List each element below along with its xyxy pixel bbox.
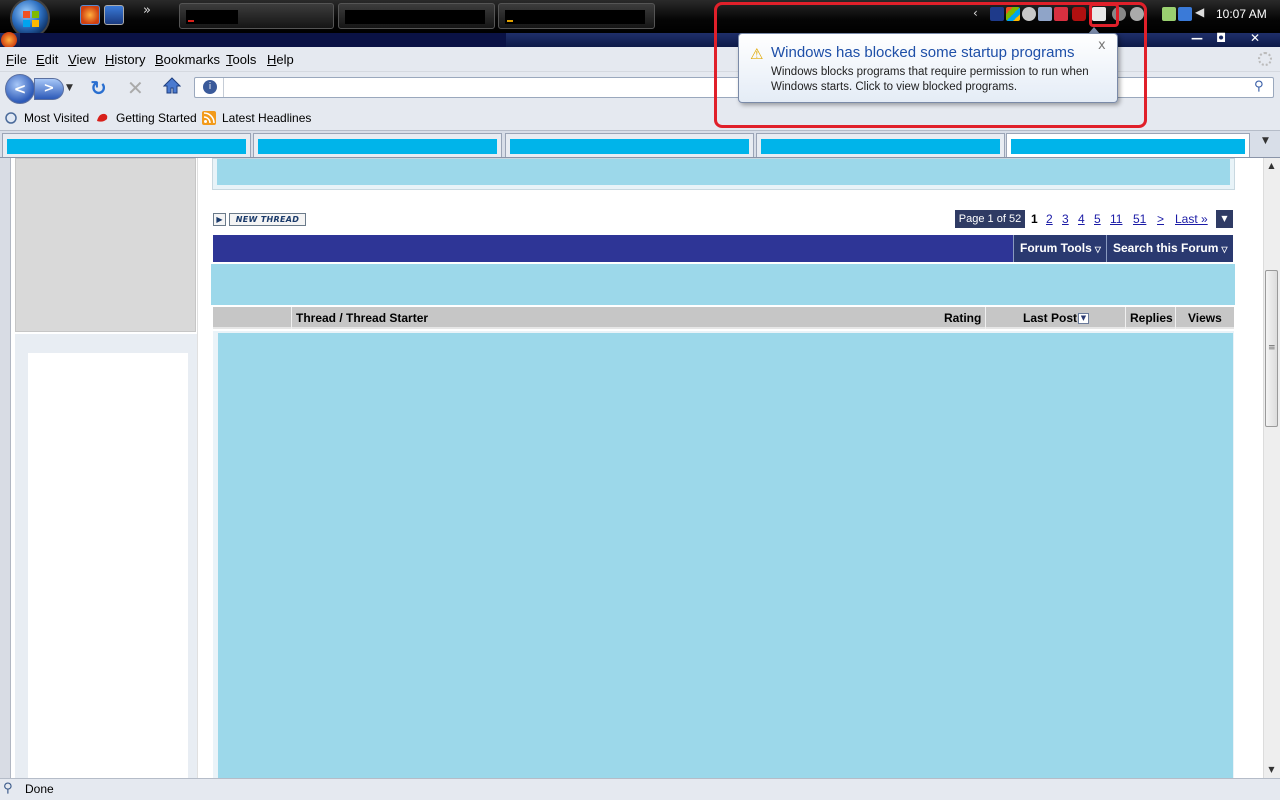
network-status-icon[interactable] bbox=[1178, 7, 1192, 21]
speaker-icon[interactable]: ◀ bbox=[1195, 5, 1209, 19]
column-header-replies[interactable]: Replies bbox=[1130, 311, 1173, 325]
url-separator bbox=[223, 78, 224, 97]
page-jump-dropdown-icon[interactable]: ▼ bbox=[1216, 210, 1233, 228]
forum-tools-label: Forum Tools bbox=[1020, 241, 1092, 255]
tab-2[interactable] bbox=[253, 133, 502, 157]
search-icon[interactable]: ⚲ bbox=[1254, 79, 1264, 94]
forum-header-banner bbox=[212, 158, 1235, 190]
page-link-2[interactable]: 2 bbox=[1046, 212, 1053, 226]
scroll-down-arrow-icon[interactable]: ▼ bbox=[1263, 762, 1280, 778]
loading-throbber-icon bbox=[1258, 52, 1272, 66]
forward-button[interactable]: > bbox=[34, 78, 64, 100]
minimize-button[interactable]: — bbox=[1184, 30, 1210, 46]
page-current: 1 bbox=[1031, 212, 1038, 226]
window-title-redacted bbox=[20, 33, 506, 47]
close-button[interactable]: ✕ bbox=[1242, 30, 1268, 46]
chevron-down-icon: ▽ bbox=[1094, 245, 1101, 254]
column-divider bbox=[197, 158, 198, 778]
page-link-51[interactable]: 51 bbox=[1133, 212, 1146, 226]
menu-view[interactable]: View bbox=[68, 52, 96, 67]
sidebar-edge bbox=[0, 158, 11, 778]
history-dropdown-icon[interactable]: ▼ bbox=[66, 83, 73, 93]
menu-edit[interactable]: Edit bbox=[36, 52, 58, 67]
status-text: Done bbox=[25, 782, 54, 796]
bookmark-latest-headlines[interactable]: Latest Headlines bbox=[222, 111, 311, 125]
taskbar-button-3[interactable] bbox=[498, 3, 655, 29]
column-header-rating[interactable]: Rating bbox=[944, 311, 981, 325]
maximize-button[interactable]: ◘ bbox=[1208, 30, 1234, 46]
menu-history[interactable]: History bbox=[105, 52, 145, 67]
column-separator bbox=[1125, 307, 1126, 329]
vertical-scrollbar[interactable] bbox=[1263, 158, 1280, 778]
getting-started-icon bbox=[97, 113, 108, 122]
page-link-4[interactable]: 4 bbox=[1078, 212, 1085, 226]
column-header-last-post[interactable]: Last Post bbox=[1023, 311, 1077, 325]
annotation-tray-highlight bbox=[1089, 3, 1119, 27]
home-button[interactable] bbox=[163, 77, 181, 95]
taskbar-button-2[interactable] bbox=[338, 3, 495, 29]
page-link-last[interactable]: Last » bbox=[1175, 212, 1208, 226]
quicklaunch-more-button[interactable]: » bbox=[143, 3, 151, 18]
stop-button[interactable]: ✕ bbox=[127, 76, 144, 100]
page-link-11[interactable]: 11 bbox=[1110, 212, 1122, 226]
column-header-thread[interactable]: Thread / Thread Starter bbox=[296, 311, 428, 325]
bookmark-most-visited[interactable]: Most Visited bbox=[24, 111, 89, 125]
taskbar-clock[interactable]: 10:07 AM bbox=[1216, 7, 1267, 21]
menu-help[interactable]: Help bbox=[267, 52, 294, 67]
annotation-highlight-box bbox=[714, 2, 1147, 128]
forum-info-banner bbox=[211, 264, 1235, 305]
tab-5-active[interactable] bbox=[1006, 133, 1250, 157]
quicklaunch-show-desktop-icon[interactable] bbox=[104, 5, 124, 25]
most-visited-icon bbox=[5, 112, 17, 124]
status-bar bbox=[0, 778, 1280, 800]
search-forum-label: Search this Forum bbox=[1113, 241, 1219, 255]
page-link-3[interactable]: 3 bbox=[1062, 212, 1069, 226]
left-column-panel bbox=[15, 158, 196, 332]
page-count-label: Page 1 of 52 bbox=[955, 210, 1025, 228]
left-column-inner bbox=[28, 353, 188, 778]
rss-feed-icon bbox=[202, 111, 216, 125]
taskbar-button-1[interactable] bbox=[179, 3, 334, 29]
tab-4[interactable] bbox=[756, 133, 1005, 157]
windows-logo-icon bbox=[23, 11, 39, 27]
menu-file[interactable]: File bbox=[6, 52, 27, 67]
tab-1[interactable] bbox=[2, 133, 251, 157]
bookmark-getting-started[interactable]: Getting Started bbox=[116, 111, 197, 125]
new-thread-button[interactable]: NEW THREAD bbox=[229, 213, 306, 226]
column-separator bbox=[985, 307, 986, 329]
sort-descending-icon[interactable]: ▼ bbox=[1078, 313, 1089, 324]
column-separator bbox=[1175, 307, 1176, 329]
thread-list-body bbox=[213, 331, 1234, 778]
forum-tools-menu[interactable]: Forum Tools ▽ bbox=[1013, 235, 1106, 262]
tab-list-dropdown-icon[interactable]: ▼ bbox=[1262, 136, 1269, 146]
chevron-down-icon: ▽ bbox=[1221, 245, 1228, 254]
menu-tools[interactable]: Tools bbox=[226, 52, 256, 67]
battery-icon[interactable] bbox=[1162, 7, 1176, 21]
site-identity-icon[interactable]: i bbox=[203, 80, 217, 94]
quicklaunch-firefox-icon[interactable] bbox=[80, 5, 100, 25]
new-thread-arrow-icon[interactable]: ▶ bbox=[213, 213, 226, 226]
search-forum-menu[interactable]: Search this Forum ▽ bbox=[1106, 235, 1233, 262]
menu-bookmarks[interactable]: Bookmarks bbox=[155, 52, 220, 67]
reload-button[interactable]: ↻ bbox=[90, 76, 107, 100]
status-search-icon: ⚲ bbox=[3, 781, 13, 796]
scrollbar-grip-icon: ≡ bbox=[1268, 343, 1276, 353]
firefox-window-icon[interactable] bbox=[1, 32, 17, 48]
tab-3[interactable] bbox=[505, 133, 754, 157]
column-header-views[interactable]: Views bbox=[1188, 311, 1222, 325]
scroll-up-arrow-icon[interactable]: ▲ bbox=[1263, 158, 1280, 174]
page-link-next[interactable]: > bbox=[1157, 212, 1164, 226]
back-button[interactable]: < bbox=[5, 74, 35, 104]
page-link-5[interactable]: 5 bbox=[1094, 212, 1101, 226]
column-separator bbox=[291, 307, 292, 329]
